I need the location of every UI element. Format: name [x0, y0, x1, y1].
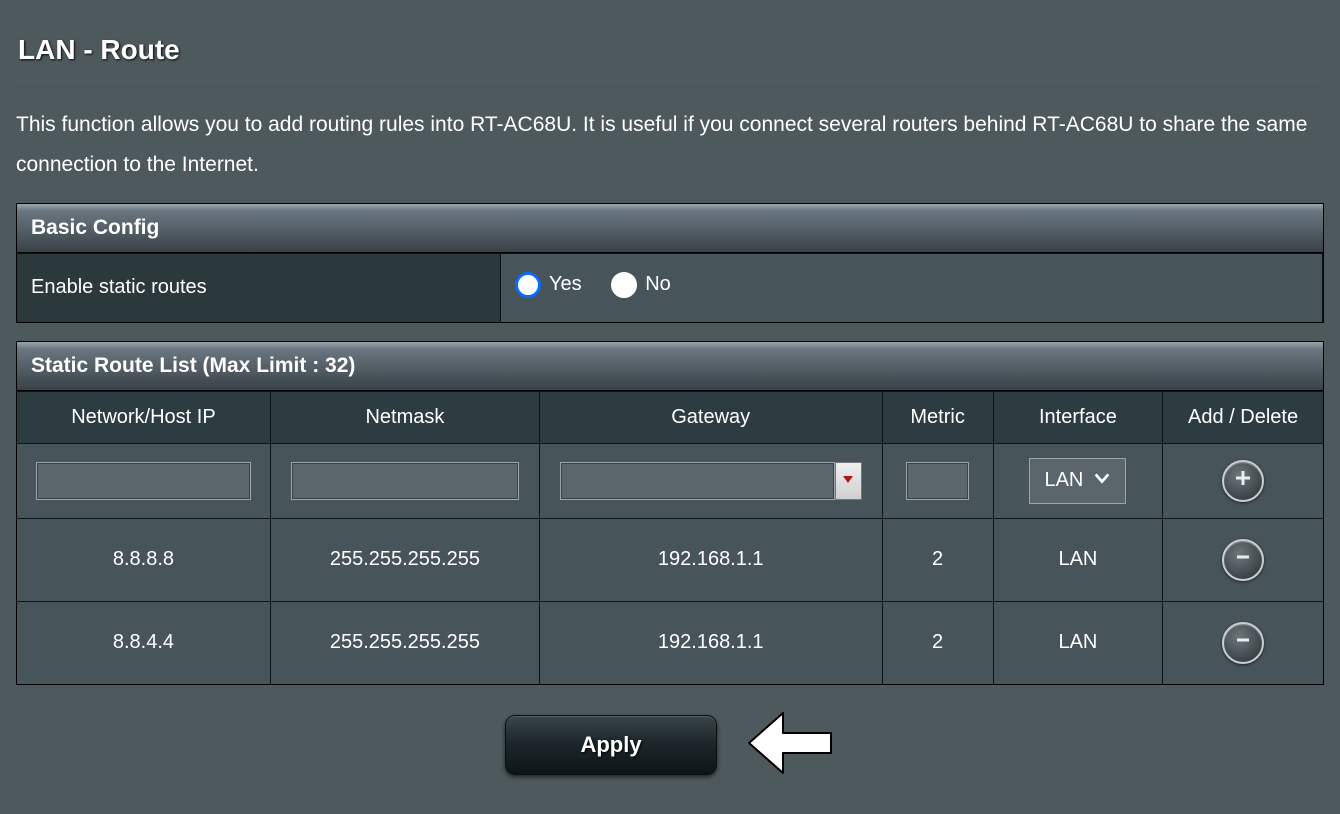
delete-route-button[interactable] — [1222, 622, 1264, 664]
col-metric: Metric — [883, 391, 994, 443]
cell-interface: LAN — [994, 601, 1163, 684]
radio-yes[interactable] — [515, 272, 541, 298]
minus-icon — [1233, 630, 1253, 656]
gateway-dropdown-button[interactable] — [835, 462, 862, 500]
new-route-row: LAN — [17, 443, 1323, 518]
new-gateway-input[interactable] — [560, 462, 835, 500]
route-row: 8.8.8.8 255.255.255.255 192.168.1.1 2 LA… — [17, 518, 1323, 601]
basic-config-table: Basic Config Enable static routes Yes No — [16, 203, 1324, 323]
enable-static-routes-label: Enable static routes — [17, 253, 501, 322]
radio-no-label: No — [645, 273, 671, 296]
cell-gateway: 192.168.1.1 — [540, 518, 883, 601]
new-netmask-input[interactable] — [291, 462, 519, 500]
delete-route-button[interactable] — [1222, 539, 1264, 581]
col-gateway: Gateway — [540, 391, 883, 443]
chevron-down-icon — [842, 472, 854, 490]
arrow-left-icon — [745, 707, 835, 784]
cell-gateway: 192.168.1.1 — [540, 601, 883, 684]
col-netmask: Netmask — [271, 391, 540, 443]
page-description: This function allows you to add routing … — [16, 105, 1324, 185]
plus-icon — [1233, 468, 1253, 493]
new-interface-value: LAN — [1044, 469, 1083, 492]
page-title: LAN - Route — [18, 34, 1324, 66]
col-interface: Interface — [994, 391, 1163, 443]
minus-icon — [1233, 547, 1253, 573]
route-list-header: Static Route List (Max Limit : 32) — [17, 342, 1323, 391]
new-interface-select[interactable]: LAN — [1029, 458, 1126, 504]
route-row: 8.8.4.4 255.255.255.255 192.168.1.1 2 LA… — [17, 601, 1323, 684]
cell-netmask: 255.255.255.255 — [271, 518, 540, 601]
col-action: Add / Delete — [1163, 391, 1323, 443]
divider — [16, 86, 1324, 87]
cell-metric: 2 — [883, 518, 994, 601]
static-route-table: Static Route List (Max Limit : 32) Netwo… — [16, 341, 1324, 685]
radio-no-wrap[interactable]: No — [611, 272, 671, 298]
radio-no[interactable] — [611, 272, 637, 298]
col-ip: Network/Host IP — [17, 391, 271, 443]
radio-yes-wrap[interactable]: Yes — [515, 272, 582, 298]
basic-config-header: Basic Config — [17, 204, 1323, 253]
footer: Apply — [16, 707, 1324, 784]
apply-button-label: Apply — [580, 732, 641, 758]
cell-interface: LAN — [994, 518, 1163, 601]
chevron-down-icon — [1093, 469, 1111, 493]
apply-button[interactable]: Apply — [505, 715, 717, 775]
cell-metric: 2 — [883, 601, 994, 684]
cell-netmask: 255.255.255.255 — [271, 601, 540, 684]
cell-ip: 8.8.8.8 — [17, 518, 271, 601]
add-route-button[interactable] — [1222, 460, 1264, 502]
new-metric-input[interactable] — [906, 462, 969, 500]
cell-ip: 8.8.4.4 — [17, 601, 271, 684]
new-ip-input[interactable] — [36, 462, 250, 500]
enable-static-routes-value-cell: Yes No — [501, 253, 1323, 322]
radio-yes-label: Yes — [549, 273, 582, 296]
